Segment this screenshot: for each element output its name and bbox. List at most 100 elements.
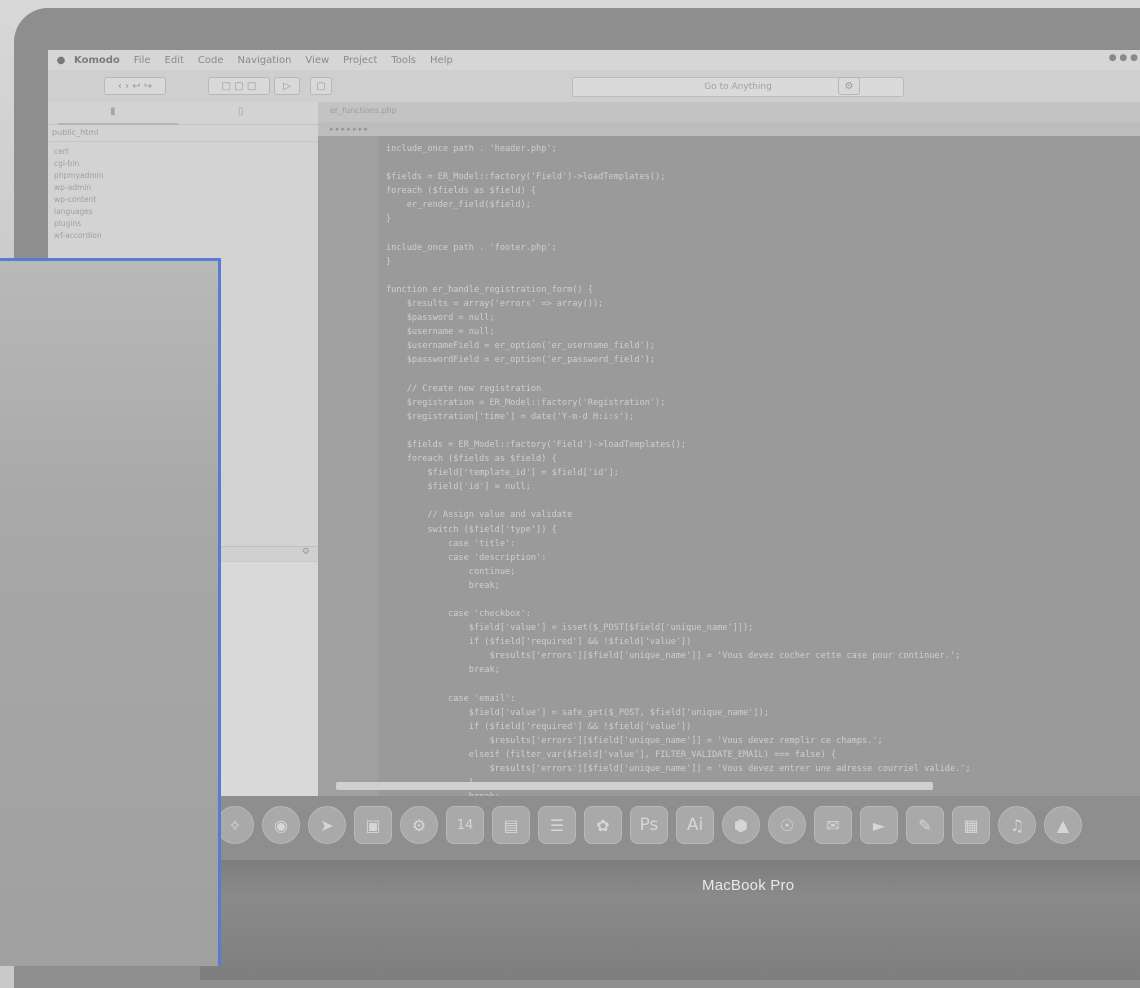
- code-line[interactable]: break;: [324, 663, 971, 677]
- menu-file[interactable]: File: [134, 55, 151, 66]
- folder-icon[interactable]: ▮: [110, 106, 116, 117]
- code-line[interactable]: elseif (filter_var($field['value'], FILT…: [324, 748, 971, 762]
- code-line[interactable]: }: [324, 212, 971, 226]
- editor-tab[interactable]: er_functions.php: [330, 106, 397, 115]
- tree-item[interactable]: wf-accordion: [54, 230, 318, 242]
- messages-icon[interactable]: ✉: [814, 806, 852, 844]
- pages-icon[interactable]: ✎: [906, 806, 944, 844]
- code-line[interactable]: $field['template_id'] = $field['id'];: [324, 466, 971, 480]
- code-line[interactable]: case 'description':: [324, 551, 971, 565]
- code-line[interactable]: [324, 156, 971, 170]
- view-button[interactable]: ▢: [310, 77, 332, 95]
- code-line[interactable]: $password = null;: [324, 311, 971, 325]
- code-line[interactable]: case 'checkbox':: [324, 607, 971, 621]
- code-line[interactable]: $field['id'] = null;: [324, 480, 971, 494]
- code-line[interactable]: case 'email':: [324, 692, 971, 706]
- calendar-icon[interactable]: 14: [446, 806, 484, 844]
- numbers-icon[interactable]: ▦: [952, 806, 990, 844]
- code-editor[interactable]: include_once path . 'header.php'; $fields…: [318, 136, 1140, 796]
- globe-icon[interactable]: ☉: [768, 806, 806, 844]
- code-text: $results['errors'][$field['unique_name']…: [386, 651, 961, 662]
- file-icon[interactable]: ▯: [238, 106, 244, 117]
- code-line[interactable]: $usernameField = er_option('er_username_…: [324, 339, 971, 353]
- settings-icon[interactable]: ⚙: [838, 77, 860, 95]
- code-line[interactable]: // Assign value and validate: [324, 508, 971, 522]
- code-line[interactable]: er_render_field($field);: [324, 198, 971, 212]
- safari-icon[interactable]: ✧: [216, 806, 254, 844]
- code-text: foreach ($fields as $field) {: [386, 454, 557, 465]
- chrome-icon[interactable]: ◉: [262, 806, 300, 844]
- code-line[interactable]: [324, 227, 971, 241]
- menu-project[interactable]: Project: [343, 55, 377, 66]
- code-line[interactable]: $fields = ER_Model::factory('Field')->lo…: [324, 438, 971, 452]
- gem-icon[interactable]: ⬢: [722, 806, 760, 844]
- illustrator-icon[interactable]: Ai: [676, 806, 714, 844]
- code-line[interactable]: include_once path . 'footer.php';: [324, 241, 971, 255]
- code-line[interactable]: continue;: [324, 565, 971, 579]
- code-line[interactable]: foreach ($fields as $field) {: [324, 452, 971, 466]
- system-preferences-icon[interactable]: ⚙: [400, 806, 438, 844]
- code-line[interactable]: $results['errors'][$field['unique_name']…: [324, 762, 970, 776]
- code-line[interactable]: [324, 269, 971, 283]
- itunes-icon[interactable]: ♫: [998, 806, 1036, 844]
- facetime-icon[interactable]: ►: [860, 806, 898, 844]
- code-line[interactable]: [324, 494, 971, 508]
- tree-item[interactable]: cgi-bin: [54, 158, 318, 170]
- code-line[interactable]: }: [324, 255, 971, 269]
- code-line[interactable]: $registration = ER_Model::factory('Regis…: [324, 396, 971, 410]
- code-line[interactable]: $field['value'] = safe_get($_POST, $fiel…: [324, 706, 971, 720]
- code-line[interactable]: break;: [324, 790, 971, 796]
- code-line[interactable]: $registration['time'] = date('Y-m-d H:i:…: [324, 410, 971, 424]
- compass-icon[interactable]: ➤: [308, 806, 346, 844]
- code-line[interactable]: switch ($field['type']) {: [324, 523, 971, 537]
- tree-item[interactable]: phpmyadmin: [54, 170, 318, 182]
- code-line[interactable]: [324, 593, 971, 607]
- notes-icon[interactable]: ▤: [492, 806, 530, 844]
- code-line[interactable]: [324, 368, 971, 382]
- code-line[interactable]: include_once path . 'header.php';: [324, 142, 971, 156]
- code-line[interactable]: break;: [324, 579, 971, 593]
- code-line[interactable]: if ($field['required'] && !$field['value…: [324, 635, 971, 649]
- code-line[interactable]: function er_handle_registration_form() {: [324, 283, 971, 297]
- tree-item[interactable]: languages: [54, 206, 318, 218]
- history-buttons[interactable]: ‹ › ↩ ↪: [104, 77, 166, 95]
- code-line[interactable]: $results = array('errors' => array());: [324, 297, 971, 311]
- code-text: $fields = ER_Model::factory('Field')->lo…: [386, 172, 666, 183]
- code-line[interactable]: $results['errors'][$field['unique_name']…: [324, 734, 971, 748]
- sidebar-header[interactable]: public_html: [48, 125, 318, 142]
- photoshop-icon[interactable]: Ps: [630, 806, 668, 844]
- code-line[interactable]: $results['errors'][$field['unique_name']…: [324, 649, 971, 663]
- tree-item[interactable]: cert: [54, 146, 318, 158]
- code-line[interactable]: [324, 424, 971, 438]
- menu-app-name[interactable]: Komodo: [74, 55, 120, 66]
- code-line[interactable]: // Create new registration: [324, 382, 971, 396]
- tree-item[interactable]: wp-content: [54, 194, 318, 206]
- apple-icon[interactable]: ●: [48, 55, 74, 66]
- code-line[interactable]: if ($field['required'] && !$field['value…: [324, 720, 971, 734]
- code-text: break;: [386, 580, 500, 591]
- code-line[interactable]: case 'title':: [324, 537, 971, 551]
- code-line[interactable]: $field['value'] = isset($_POST[$field['u…: [324, 621, 971, 635]
- menu-help[interactable]: Help: [430, 55, 453, 66]
- code-line[interactable]: $fields = ER_Model::factory('Field')->lo…: [324, 170, 971, 184]
- photos-icon[interactable]: ✿: [584, 806, 622, 844]
- code-content[interactable]: include_once path . 'header.php'; $fields…: [324, 142, 971, 796]
- code-line[interactable]: $username = null;: [324, 325, 971, 339]
- menu-code[interactable]: Code: [198, 55, 224, 66]
- debug-button[interactable]: ▷: [274, 77, 300, 95]
- menu-edit[interactable]: Edit: [165, 55, 184, 66]
- reminders-icon[interactable]: ☰: [538, 806, 576, 844]
- menu-tools[interactable]: Tools: [391, 55, 416, 66]
- preview-icon[interactable]: ▣: [354, 806, 392, 844]
- app-store-icon[interactable]: ▲: [1044, 806, 1082, 844]
- tree-item[interactable]: wp-admin: [54, 182, 318, 194]
- file-buttons[interactable]: □ □ □: [208, 77, 270, 95]
- menu-view[interactable]: View: [305, 55, 329, 66]
- code-line[interactable]: [324, 678, 971, 692]
- code-line[interactable]: $passwordField = er_option('er_password_…: [324, 353, 971, 367]
- menu-navigation[interactable]: Navigation: [237, 55, 291, 66]
- horizontal-scrollbar[interactable]: [336, 782, 933, 790]
- code-text: case 'description':: [386, 552, 547, 563]
- tree-item[interactable]: plugins: [54, 218, 318, 230]
- code-line[interactable]: foreach ($fields as $field) {: [324, 184, 971, 198]
